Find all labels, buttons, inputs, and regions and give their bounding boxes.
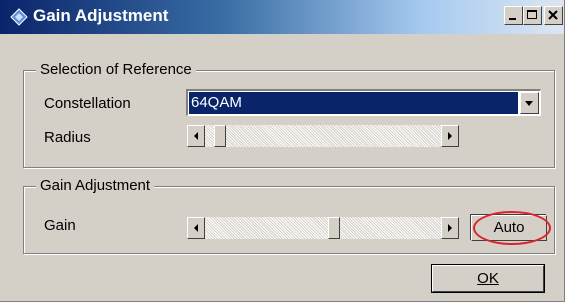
window-title: Gain Adjustment (33, 6, 169, 25)
arrow-left-icon (194, 224, 198, 232)
arrow-right-icon (448, 224, 452, 232)
maximize-icon (527, 10, 537, 19)
reference-group-title: Selection of Reference (36, 61, 196, 78)
minimize-icon (509, 18, 516, 20)
gain-slider-thumb[interactable] (328, 217, 340, 239)
reference-groupbox (23, 70, 555, 168)
arrow-right-icon (448, 132, 452, 140)
gain-slider[interactable] (187, 217, 459, 239)
ok-button[interactable]: OK (432, 265, 544, 292)
gain-scroll-left-button[interactable] (187, 217, 205, 239)
gain-adjustment-window: Gain Adjustment Selection of Reference C… (0, 0, 565, 302)
constellation-select[interactable]: 64QAM (186, 89, 541, 116)
constellation-selected-value: 64QAM (189, 92, 518, 114)
gain-group-title: Gain Adjustment (36, 177, 155, 194)
radius-scroll-right-button[interactable] (441, 125, 459, 147)
constellation-dropdown-button[interactable] (520, 92, 539, 114)
close-icon (548, 10, 558, 20)
radius-label: Radius (44, 129, 91, 146)
chevron-down-icon (525, 101, 533, 106)
gain-label: Gain (44, 217, 76, 234)
close-button[interactable] (544, 6, 563, 25)
maximize-button[interactable] (523, 6, 542, 25)
ok-label: OK (477, 270, 499, 287)
title-bar[interactable]: Gain Adjustment (0, 0, 564, 34)
minimize-button[interactable] (504, 6, 523, 25)
constellation-label: Constellation (44, 95, 131, 112)
radius-slider[interactable] (187, 125, 459, 147)
gain-scroll-right-button[interactable] (441, 217, 459, 239)
auto-button[interactable]: Auto (471, 215, 547, 241)
radius-scroll-left-button[interactable] (187, 125, 205, 147)
diamond-app-icon (10, 8, 28, 26)
arrow-left-icon (194, 132, 198, 140)
radius-slider-thumb[interactable] (214, 125, 226, 147)
